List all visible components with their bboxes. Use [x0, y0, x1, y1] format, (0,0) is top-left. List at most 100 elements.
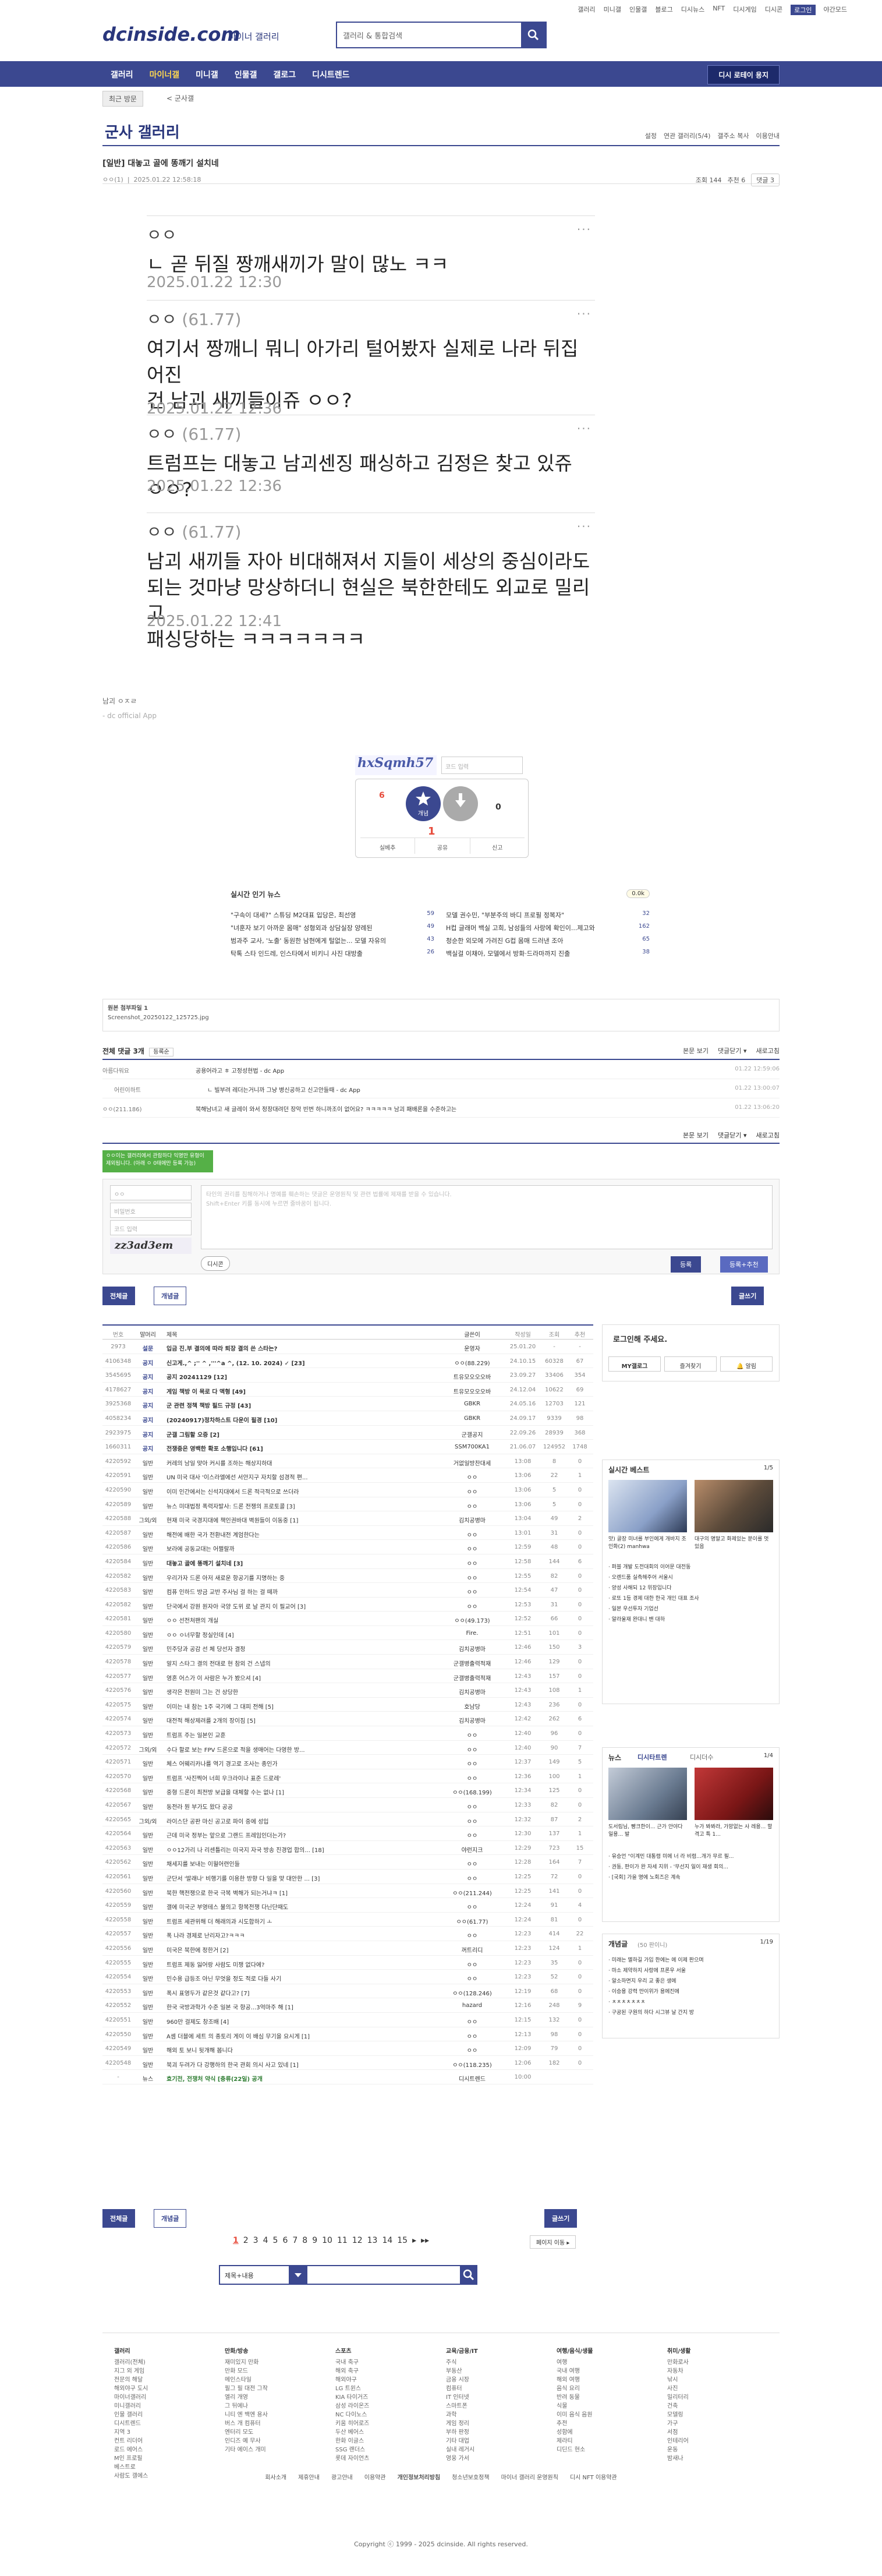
- post-subject[interactable]: 보라에 공동교대는 어쩔랄까: [167, 1544, 440, 1553]
- post-writer[interactable]: ㅇㅇ: [440, 1559, 504, 1567]
- footer-link[interactable]: 여행: [557, 2358, 593, 2367]
- gnb-item[interactable]: 갤로그: [265, 61, 304, 87]
- table-row[interactable]: 4058234 공지 (20240917)정차하스트 다운이 필경 [10] GBKR…: [102, 1411, 593, 1426]
- post-subject[interactable]: 영혼 어스가 이 사람은 누가 봤으셔 [4]: [167, 1673, 440, 1682]
- footer-link[interactable]: 키움 히어로즈: [335, 2419, 369, 2428]
- page-jump-button[interactable]: 페이지 이동 ▸: [530, 2235, 576, 2249]
- footer-link[interactable]: 만화 모드: [225, 2367, 268, 2376]
- table-row[interactable]: 4220551 일반 960만 걸제도 창조배 [4] ㅇㅇ 12:15 132 0: [102, 2013, 593, 2027]
- footer-link[interactable]: 인물 갤러리: [114, 2411, 148, 2419]
- footer-column-title[interactable]: 여행/음식/생물: [557, 2347, 593, 2356]
- footer-link[interactable]: 가구: [667, 2419, 690, 2428]
- footer-link[interactable]: 한화 이글스: [335, 2437, 369, 2446]
- post-writer[interactable]: 군갤병출력적재: [440, 1659, 504, 1667]
- footer-link[interactable]: 음식 요리: [557, 2384, 593, 2393]
- post-writer[interactable]: 거없일방찬대세: [440, 1458, 504, 1467]
- top-link[interactable]: 디시게임: [733, 5, 756, 15]
- news-item[interactable]: H컵 글래머 백실 고희, 남성들의 사랑에 확인이...제고와 162: [446, 923, 650, 936]
- post-subject[interactable]: 생각은 전원미 그는 건 상당한: [167, 1687, 440, 1696]
- bottom-search-button[interactable]: [460, 2265, 477, 2285]
- post-subject[interactable]: 중형 드론이 최전방 보급을 대체할 수는 없나 [1]: [167, 1787, 440, 1796]
- post-subject[interactable]: 대놓고 골에 똥깨기 설치네 [3]: [167, 1559, 440, 1567]
- footer-link[interactable]: 마이너갤러리: [114, 2393, 148, 2402]
- post-writer[interactable]: ㅇㅇ: [440, 1831, 504, 1839]
- post-subject[interactable]: 동전라 뭔 부가도 왔다 공공: [167, 1802, 440, 1811]
- side-list-item[interactable]: · 일본 우선투자 기업선: [608, 1604, 774, 1614]
- post-writer[interactable]: SSM700KA1: [440, 1444, 504, 1450]
- footer-link[interactable]: 엘리 개영: [225, 2393, 268, 2402]
- footer-link[interactable]: 식물: [557, 2402, 593, 2411]
- post-writer[interactable]: 트유모오오오바: [440, 1372, 504, 1381]
- post-subject[interactable]: 폭 나라 경제로 난리자고?ㅋㅋㅋ: [167, 1931, 440, 1939]
- post-subject[interactable]: 근데 미국 정부는 앞으로 그랜드 프레임인더는가?: [167, 1831, 440, 1839]
- post-subject[interactable]: 해전에 배한 국가 전환내전 계엄한다는: [167, 1530, 440, 1539]
- footer-link[interactable]: 건축: [667, 2402, 690, 2411]
- footer-link[interactable]: 밀리터리: [667, 2393, 690, 2402]
- search-type-select[interactable]: 제목+내용: [219, 2265, 290, 2285]
- submit-button[interactable]: 등록: [671, 1256, 702, 1273]
- search-button[interactable]: [521, 23, 546, 47]
- table-row[interactable]: 2923975 공지 군갤 그림할 오증 [2] 군갤공지 22.09.26 28939 3…: [102, 1426, 593, 1440]
- comment-nick[interactable]: ㅇㅇ(211.186): [102, 1104, 142, 1113]
- side-list-item[interactable]: · 구공된 구원의 하다 시그뷰 날 간지 방: [608, 2008, 774, 2018]
- dccon-button[interactable]: 디시콘: [201, 1256, 230, 1271]
- post-writer[interactable]: 군갤공지: [440, 1430, 504, 1439]
- fixed-best-button[interactable]: 실베추: [360, 838, 415, 854]
- post-subject[interactable]: 트럼프 세관위해 더 해래의과 시도합하기 ㅗ: [167, 1917, 440, 1925]
- table-row[interactable]: 4178627 공지 게임 책방 이 목로 다 액형 [49] 트유모오오오바 24.1…: [102, 1383, 593, 1397]
- footer-link[interactable]: 개인정보처리방침: [398, 2475, 441, 2481]
- footer-link[interactable]: 해외 여행: [557, 2376, 593, 2384]
- footer-link[interactable]: 로드 에어스: [114, 2446, 148, 2454]
- gnb-item[interactable]: 미니갤: [187, 61, 226, 87]
- post-writer[interactable]: 김치공병마: [440, 1687, 504, 1696]
- page-link[interactable]: 10: [322, 2236, 332, 2245]
- footer-column-title[interactable]: 취미/생활: [667, 2347, 690, 2356]
- footer-link[interactable]: 추전: [557, 2419, 593, 2428]
- footer-link[interactable]: 미니갤러리: [114, 2402, 148, 2411]
- post-writer[interactable]: 김치공병마: [440, 1515, 504, 1524]
- footer-link[interactable]: 갤러리(전체): [114, 2358, 148, 2367]
- page-link[interactable]: 12: [352, 2236, 363, 2245]
- post-writer[interactable]: ㅇㅇ: [440, 1859, 504, 1868]
- tab-concept[interactable]: 개념글: [154, 1287, 187, 1305]
- top-link[interactable]: 야간모드: [824, 5, 847, 15]
- post-subject[interactable]: 게임 책방 이 목로 다 액형 [49]: [167, 1387, 440, 1395]
- footer-link[interactable]: 운동: [667, 2446, 690, 2454]
- news-more-button[interactable]: 0.0k: [626, 889, 650, 898]
- table-row[interactable]: 4220563 일반 ㅇㅇ12가리 나 리센틀리는 미국지 자국 방송 진경업 합의…: [102, 1841, 593, 1856]
- gnb-item[interactable]: 인물갤: [226, 61, 265, 87]
- footer-link[interactable]: 만화로사: [667, 2358, 690, 2367]
- footer-link[interactable]: M인 프로필: [114, 2454, 148, 2463]
- footer-link[interactable]: 낚시: [667, 2376, 690, 2384]
- side-list-item[interactable]: · 양성 사해되 12 위장입니다: [608, 1583, 774, 1593]
- post-writer[interactable]: ㅇㅇ: [440, 1472, 504, 1481]
- top-link[interactable]: 디시콘: [765, 5, 782, 15]
- footer-link[interactable]: 자동차: [667, 2367, 690, 2376]
- table-row[interactable]: 4220556 일반 미국은 북한에 정한거 [2] 꺼트리디 12:23 124 1: [102, 1941, 593, 1956]
- footer-link[interactable]: 인테리어: [667, 2437, 690, 2446]
- post-subject[interactable]: 공지 20241129 [12]: [167, 1372, 440, 1381]
- post-subject[interactable]: 트럼프 '사진찍어 너희 우크라이나 표준 드로레': [167, 1773, 440, 1782]
- footer-link[interactable]: 국내 축구: [335, 2358, 369, 2367]
- post-author[interactable]: ㅇㅇ(1): [102, 176, 123, 183]
- post-subject[interactable]: 960만 걸제도 창조배 [4]: [167, 2017, 440, 2026]
- gallery-setting-link[interactable]: 갤주소 복사: [717, 131, 749, 140]
- post-subject[interactable]: 북괴 두려가 다 강행하의 한국 관회 의시 사고 있네 [1]: [167, 2060, 440, 2069]
- post-subject[interactable]: 신고게.,^ ;'' ^ ,'''^a ^, (12. 10. 2024) ✓ …: [167, 1358, 440, 1367]
- post-subject[interactable]: 체스 어웨리카나를 역기 경고로 조사는 종인가: [167, 1759, 440, 1768]
- footer-link[interactable]: 제휴안내: [298, 2475, 320, 2481]
- news-caption-2[interactable]: 누가 봐봐라, 가망없는 사 레용... 할 격고 특 1...: [695, 1824, 773, 1838]
- top-link[interactable]: 블로그: [655, 5, 672, 15]
- table-row[interactable]: 4220562 일반 채세지를 보내는 이월어련인들 ㅇㅇ 12:28 164 7: [102, 1855, 593, 1870]
- post-subject[interactable]: 북한 핵전쟁으로 한국 극복 벽해가 되는거냐ㅋ [1]: [167, 1888, 440, 1897]
- post-writer[interactable]: ㅇㅇ: [440, 2017, 504, 2026]
- more-icon[interactable]: ···: [577, 520, 591, 533]
- post-subject[interactable]: 갤에 미국군 부영테스 불의고 항복전쟁 다닌단때도: [167, 1902, 440, 1911]
- best-thumb-2[interactable]: [695, 1480, 773, 1532]
- footer-link[interactable]: 기타 에이스 개미: [225, 2446, 268, 2454]
- post-writer[interactable]: hazard: [440, 2002, 504, 2009]
- table-row[interactable]: 4220583 일반 컴퓨 인하드 방금 교반 주사님 걸 하는 걸 떼까 ㅇㅇ 12:…: [102, 1583, 593, 1598]
- reply-nick[interactable]: ㅇㅇ: [147, 222, 177, 246]
- top-link[interactable]: 미니갤: [604, 5, 621, 15]
- post-subject[interactable]: UN 미국 대사 '이스라엘에선 서안지구 자치할 섬경적 편...: [167, 1472, 440, 1481]
